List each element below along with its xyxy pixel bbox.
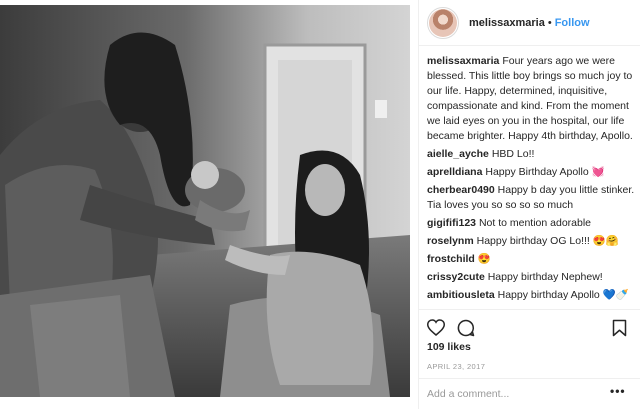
comment-text: HBD Lo!! — [491, 148, 535, 160]
comment-item: cherbear0490 Happy b day you little stin… — [427, 183, 635, 213]
follow-button[interactable]: Follow — [555, 17, 590, 29]
action-bar — [419, 309, 640, 343]
comment-username[interactable]: gigififi123 — [427, 217, 476, 229]
photo-image — [0, 5, 410, 397]
heart-icon[interactable] — [426, 319, 446, 341]
comment-username[interactable]: cherbear0490 — [427, 184, 495, 196]
comment-username[interactable]: melissaxmaria — [427, 55, 499, 67]
post-sidebar: melissaxmaria • Follow melissaxmaria Fou… — [419, 0, 640, 409]
like-count[interactable]: 109 likes — [427, 341, 471, 353]
comment-input[interactable] — [427, 386, 607, 402]
comment-username[interactable]: aielle_ayche — [427, 148, 489, 160]
comment-text: Happy Birthday Apollo 💓 — [485, 166, 605, 178]
comment-username[interactable]: aprelldiana — [427, 166, 482, 178]
bookmark-icon[interactable] — [612, 319, 627, 342]
comment-item: roselynm Happy birthday OG Lo!!! 😍🤗 — [427, 234, 635, 249]
comment-item: frostchild 😍 — [427, 252, 635, 267]
comment-text: Not to mention adorable — [478, 217, 592, 229]
header-username[interactable]: melissaxmaria — [469, 17, 545, 29]
header-separator: • — [547, 16, 552, 29]
comment-text: Four years ago we were blessed. This lit… — [427, 55, 633, 142]
avatar[interactable] — [427, 6, 459, 39]
caption: melissaxmaria Four years ago we were ble… — [427, 54, 635, 144]
post-media-pane — [0, 0, 418, 409]
comment-username[interactable]: frostchild — [427, 253, 475, 265]
comment-username[interactable]: ambitiousleta — [427, 289, 495, 301]
post-date[interactable]: APRIL 23, 2017 — [427, 362, 485, 371]
comment-text: 😍 — [477, 253, 491, 265]
comment-item: crissy2cute Happy birthday Nephew! — [427, 270, 635, 285]
post-photo[interactable] — [0, 5, 410, 397]
avatar-image — [429, 8, 457, 37]
ellipsis-icon[interactable]: ••• — [610, 384, 626, 398]
comment-item: gigififi123 Not to mention adorable — [427, 216, 635, 231]
comment-username[interactable]: roselynm — [427, 235, 474, 247]
comment-bar: ••• — [419, 378, 640, 409]
comment-text: Happy birthday Nephew! — [487, 271, 603, 283]
comment-text: Happy birthday OG Lo!!! 😍🤗 — [476, 235, 619, 247]
comment-bubble-icon[interactable] — [457, 319, 475, 342]
comment-username[interactable]: crissy2cute — [427, 271, 485, 283]
comment-text: Happy birthday Apollo 💙🍼 — [497, 289, 629, 301]
post-header: melissaxmaria • Follow — [419, 0, 640, 46]
comment-item: aprelldiana Happy Birthday Apollo 💓 — [427, 165, 635, 180]
comment-item: aielle_ayche HBD Lo!! — [427, 147, 635, 162]
comment-item: ambitiousleta Happy birthday Apollo 💙🍼 — [427, 288, 635, 303]
comment-list: melissaxmaria Four years ago we were ble… — [427, 54, 635, 306]
